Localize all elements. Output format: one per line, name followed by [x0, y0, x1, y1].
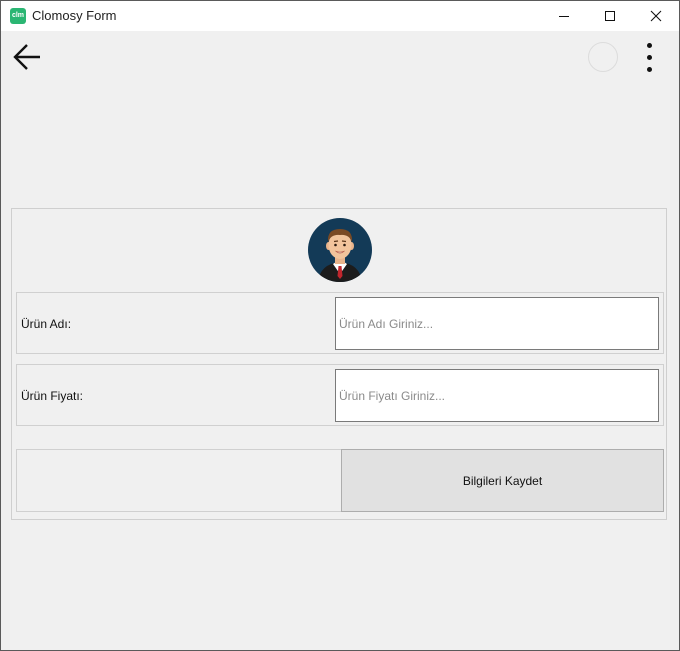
arrow-left-icon: [13, 44, 40, 70]
minimize-icon: [559, 16, 569, 17]
close-icon: [650, 10, 662, 22]
user-avatar-icon: [308, 218, 372, 282]
product-price-label: Ürün Fiyatı:: [21, 389, 84, 403]
app-window: clm Clomosy Form Ürün Adı: Ürün Adı Giri…: [0, 0, 680, 651]
title-bar: clm Clomosy Form: [1, 1, 679, 31]
maximize-button[interactable]: [587, 1, 633, 31]
minimize-button[interactable]: [541, 1, 587, 31]
more-vertical-icon: [646, 42, 652, 48]
product-name-label: Ürün Adı:: [21, 317, 72, 331]
close-button[interactable]: [633, 1, 679, 31]
window-title: Clomosy Form: [32, 8, 117, 23]
status-circle-button[interactable]: [588, 42, 618, 72]
maximize-icon: [605, 11, 615, 21]
app-icon: clm: [10, 8, 26, 24]
product-price-input[interactable]: [335, 369, 659, 422]
more-options-button[interactable]: [639, 39, 659, 75]
product-name-input[interactable]: [335, 297, 659, 350]
save-button[interactable]: Bilgileri Kaydet: [341, 449, 664, 512]
back-button[interactable]: [9, 39, 45, 75]
